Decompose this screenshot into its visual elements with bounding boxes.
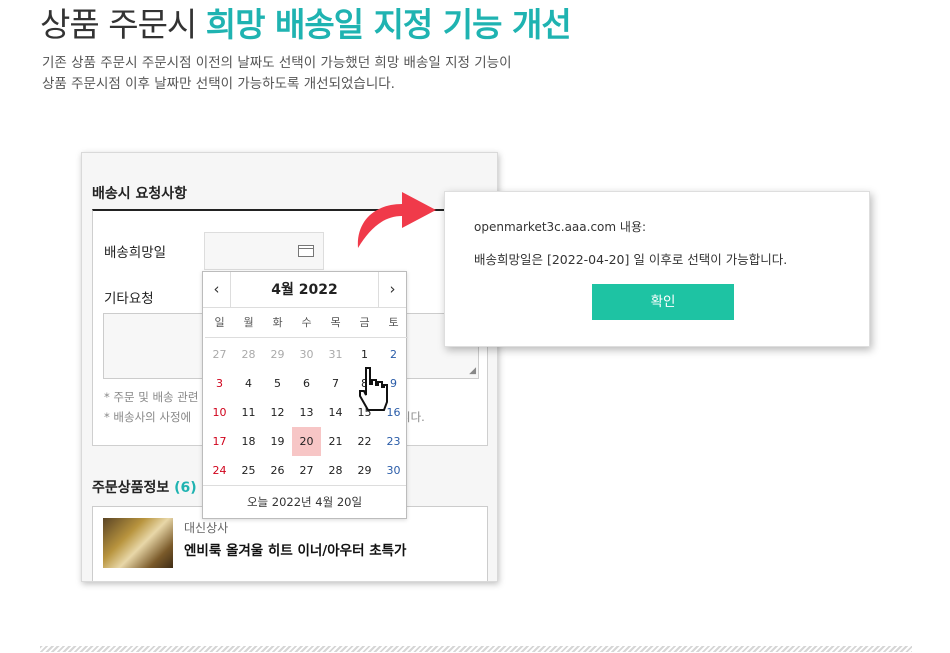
calendar-day[interactable]: 3	[205, 369, 234, 398]
calendar-day[interactable]: 10	[205, 398, 234, 427]
delivery-date-label: 배송희망일	[104, 245, 167, 261]
calendar-day[interactable]: 27	[205, 340, 234, 369]
calendar-day[interactable]: 30	[379, 456, 408, 485]
calendar-month-label: 4월 2022	[271, 282, 338, 298]
description-line: 상품 주문시점 이후 날짜만 선택이 가능하도록 개선되었습니다.	[42, 76, 395, 92]
calendar-day[interactable]: 25	[234, 456, 263, 485]
calendar-day[interactable]: 28	[234, 340, 263, 369]
product-thumbnail[interactable]	[103, 518, 173, 568]
calendar-day[interactable]: 1	[350, 340, 379, 369]
calendar-day[interactable]: 4	[234, 369, 263, 398]
weekday-label: 화	[272, 316, 283, 329]
weekday-label: 월	[243, 316, 254, 329]
alert-dialog: openmarket3c.aaa.com 내용: 배송희망일은 [2022-04…	[444, 191, 870, 347]
page-description: 기존 상품 주문시 주문시점 이전의 날짜도 선택이 가능했던 희망 배송일 지…	[42, 53, 511, 95]
prev-month-button[interactable]: ‹	[203, 272, 231, 307]
calendar-day[interactable]: 30	[292, 340, 321, 369]
calendar-day[interactable]: 22	[350, 427, 379, 456]
headline-plain: 상품 주문시	[40, 5, 197, 44]
note-line: * 주문 및 배송 관련	[104, 390, 199, 404]
order-products-count: (6)	[174, 480, 197, 496]
order-products-title: 주문상품정보 (6)	[92, 477, 197, 497]
calendar-day[interactable]: 6	[292, 369, 321, 398]
calendar-day[interactable]: 23	[379, 427, 408, 456]
calendar-day[interactable]: 31	[321, 340, 350, 369]
calendar-day[interactable]: 19	[263, 427, 292, 456]
dialog-message: 배송희망일은 [2022-04-20] 일 이후로 선택이 가능합니다.	[474, 252, 788, 267]
section-divider	[40, 646, 912, 652]
calendar-day[interactable]: 11	[234, 398, 263, 427]
weekday-label: 금	[359, 316, 370, 329]
calendar-day[interactable]: 20	[292, 427, 321, 456]
product-name[interactable]: 엔비룩 올겨울 히트 이너/아우터 초특가	[184, 539, 406, 559]
resize-grip-icon[interactable]: ◢	[469, 367, 476, 376]
calendar-day[interactable]: 17	[205, 427, 234, 456]
weekday-label: 일	[214, 316, 225, 329]
other-request-label: 기타요청	[104, 291, 154, 307]
calendar-header: ‹ 4월 2022 ›	[203, 272, 406, 308]
calendar-day[interactable]: 21	[321, 427, 350, 456]
calendar-day[interactable]: 29	[263, 340, 292, 369]
calendar-day[interactable]: 28	[321, 456, 350, 485]
curved-arrow-icon	[357, 192, 436, 248]
next-month-button[interactable]: ›	[378, 272, 406, 307]
calendar-day[interactable]: 5	[263, 369, 292, 398]
hand-pointer-icon	[359, 367, 388, 411]
delivery-request-title: 배송시 요청사항	[92, 186, 188, 202]
calendar-day[interactable]: 24	[205, 456, 234, 485]
calendar-day[interactable]: 26	[263, 456, 292, 485]
weekday-label: 수	[301, 316, 312, 329]
calendar-day[interactable]: 13	[292, 398, 321, 427]
product-seller: 대신상사	[184, 521, 229, 535]
calendar-day[interactable]: 29	[350, 456, 379, 485]
calendar-day[interactable]: 18	[234, 427, 263, 456]
weekday-label: 토	[388, 316, 399, 329]
dialog-origin: openmarket3c.aaa.com 내용:	[474, 220, 647, 234]
calendar-day[interactable]: 7	[321, 369, 350, 398]
calendar-icon[interactable]	[298, 245, 314, 257]
calendar-weekdays: 일 월 화 수 목 금 토	[205, 308, 408, 338]
calendar-day[interactable]: 14	[321, 398, 350, 427]
headline-accent: 희망 배송일 지정 기능 개선	[205, 5, 572, 44]
calendar-day[interactable]: 2	[379, 340, 408, 369]
calendar-day[interactable]: 12	[263, 398, 292, 427]
note-line: * 배송사의 사정에	[104, 410, 192, 424]
calendar-day[interactable]: 27	[292, 456, 321, 485]
calendar-today[interactable]: 오늘 2022년 4월 20일	[203, 485, 406, 518]
page-headline: 상품 주문시 희망 배송일 지정 기능 개선	[40, 0, 572, 46]
confirm-button[interactable]: 확인	[592, 284, 734, 320]
order-products-label: 주문상품정보	[92, 480, 170, 496]
weekday-label: 목	[330, 316, 341, 329]
description-line: 기존 상품 주문시 주문시점 이전의 날짜도 선택이 가능했던 희망 배송일 지…	[42, 55, 512, 71]
